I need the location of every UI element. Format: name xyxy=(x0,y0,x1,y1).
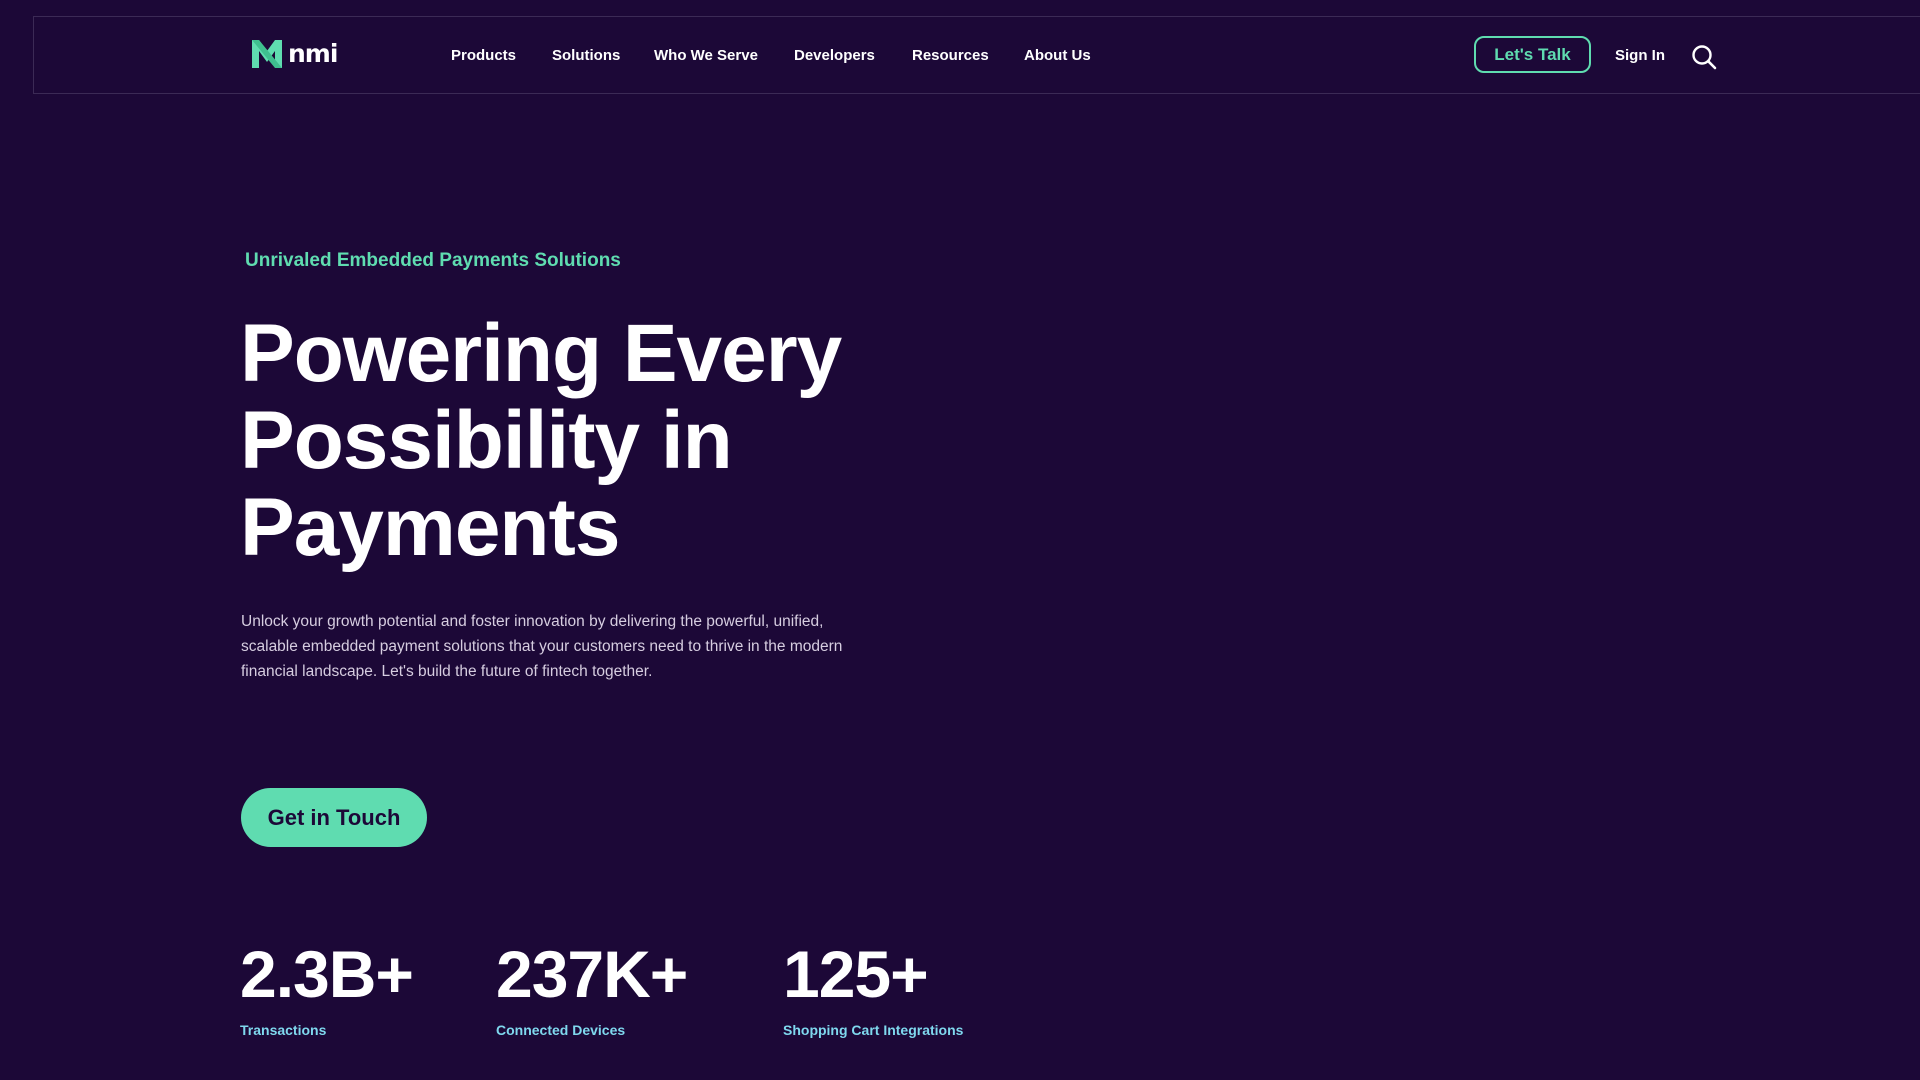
nav-item-who-we-serve[interactable]: Who We Serve xyxy=(654,47,758,64)
stat-label: Connected Devices xyxy=(496,1022,626,1038)
stat-value: 2.3B+ xyxy=(240,937,414,1011)
stat-value: 125+ xyxy=(783,937,929,1011)
nav-item-developers[interactable]: Developers xyxy=(794,47,875,64)
stat-shopping-cart-integrations: 125+ Shopping Cart Integrations xyxy=(783,936,963,1038)
hero-description: Unlock your growth potential and foster … xyxy=(241,613,843,680)
nav-item-resources[interactable]: Resources xyxy=(912,47,989,64)
get-in-touch-button[interactable]: Get in Touch xyxy=(241,788,427,847)
hero-eyebrow: Unrivaled Embedded Payments Solutions xyxy=(245,250,621,271)
stat-value: 237K+ xyxy=(496,937,688,1011)
stat-transactions: 2.3B+ Transactions xyxy=(240,936,414,1038)
sign-in-link[interactable]: Sign In xyxy=(1615,47,1665,64)
stat-connected-devices: 237K+ Connected Devices xyxy=(496,936,688,1038)
stat-label: Shopping Cart Integrations xyxy=(783,1022,964,1038)
hero-headline: Powering Every Possibility in Payments xyxy=(240,310,940,571)
site-header: nmi Products Solutions Who We Serve Deve… xyxy=(33,16,1920,94)
stat-label: Transactions xyxy=(240,1022,327,1038)
search-icon[interactable] xyxy=(1691,44,1717,70)
lets-talk-button[interactable]: Let's Talk xyxy=(1474,36,1591,73)
nav-item-about-us[interactable]: About Us xyxy=(1024,47,1091,64)
page: nmi Products Solutions Who We Serve Deve… xyxy=(0,0,1920,1080)
nav-item-solutions[interactable]: Solutions xyxy=(552,47,620,64)
hero-headline-line-3: Payments xyxy=(240,482,620,573)
nav-item-products[interactable]: Products xyxy=(451,47,516,64)
hero-headline-line-1: Powering Every xyxy=(240,308,842,399)
hero-headline-line-2: Possibility in xyxy=(240,395,733,486)
